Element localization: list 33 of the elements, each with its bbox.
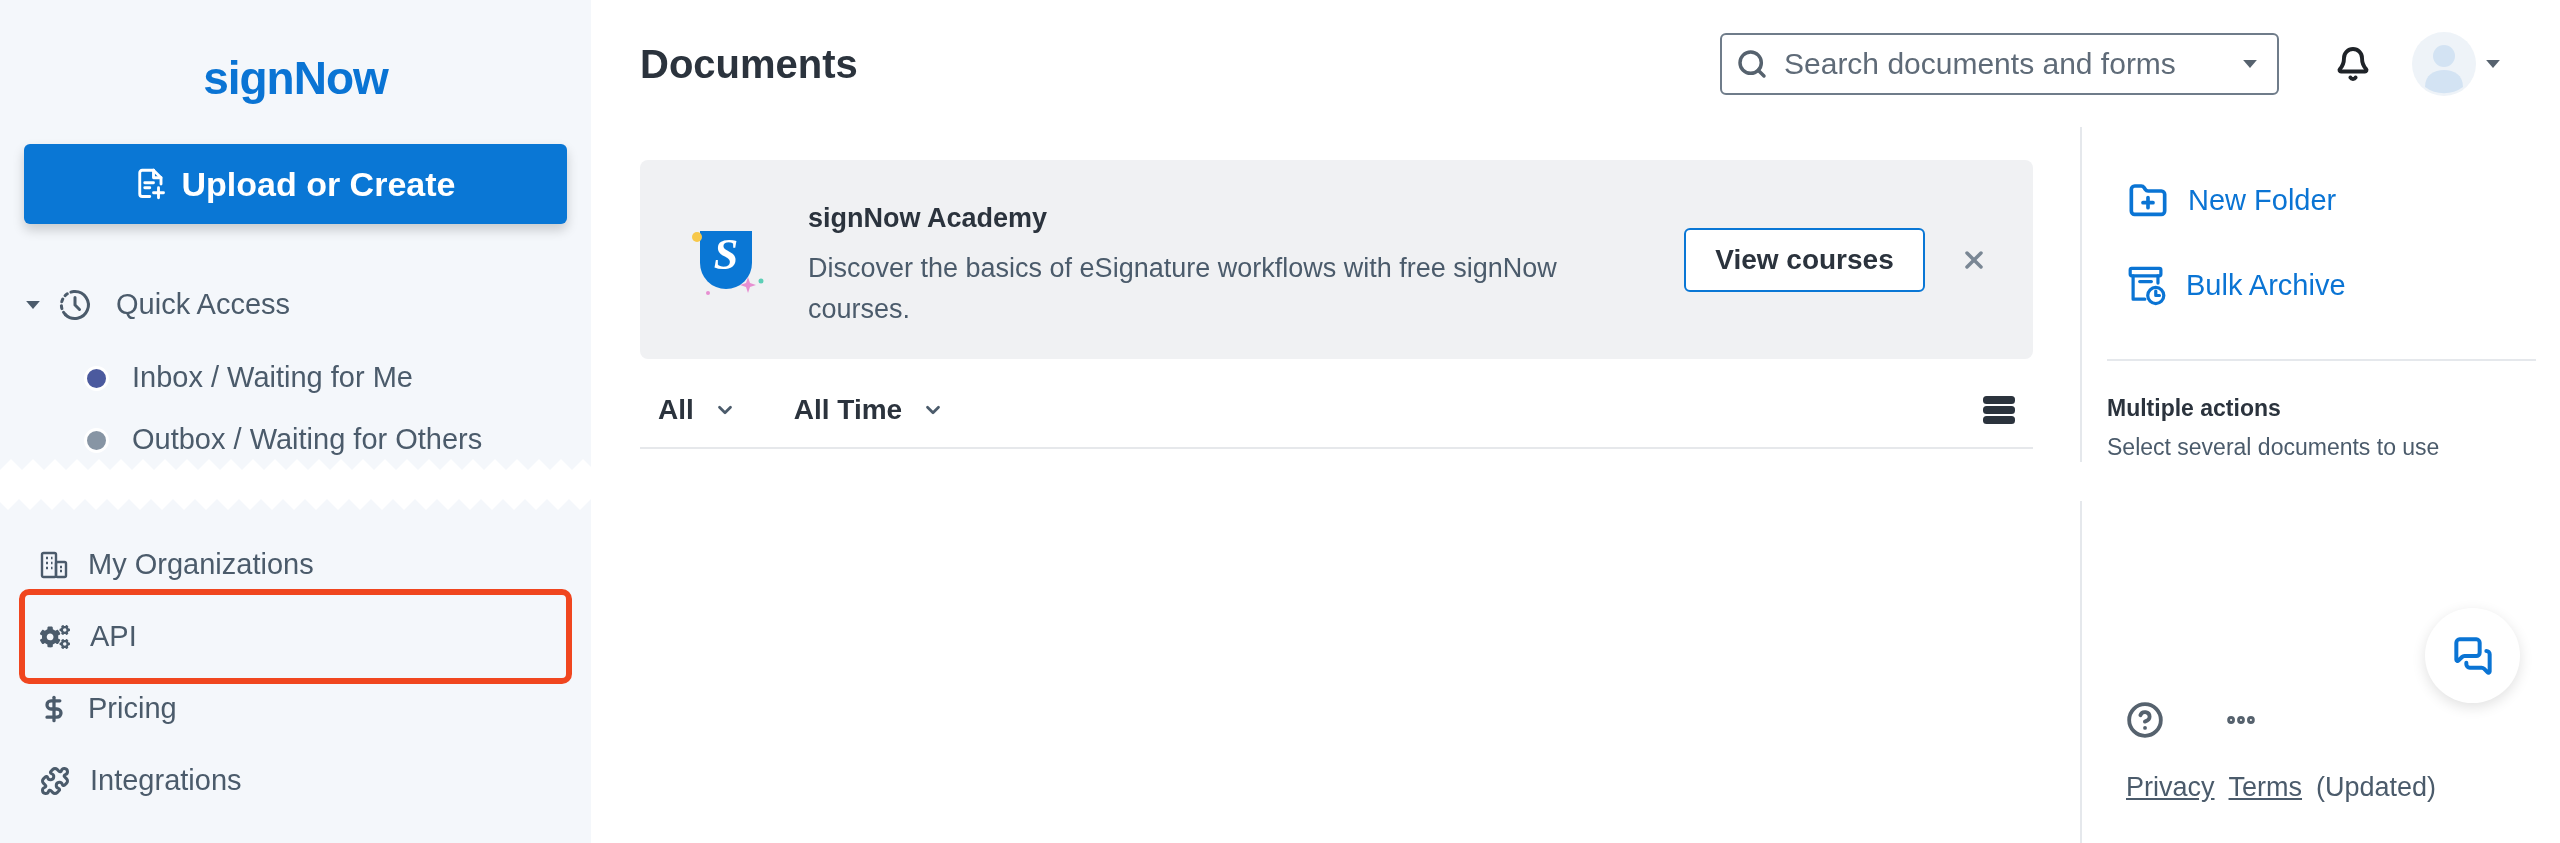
sidebar-item[interactable]: Outbox / Waiting for Others [0, 421, 493, 459]
caret-icon [2486, 59, 2500, 68]
search-field[interactable]: Search documents and forms [1720, 32, 2279, 95]
action-link[interactable]: New Folder [2107, 172, 2347, 230]
dropdown-caret-icon [2243, 59, 2257, 68]
clock-icon [57, 287, 93, 323]
list-view-icon[interactable] [1983, 396, 2015, 424]
help-icon[interactable] [2126, 701, 2164, 739]
multiple-actions-hint: Select several documents to use [2107, 433, 2441, 461]
upload-button[interactable]: Upload or Create [24, 144, 567, 224]
quick-access-toggle[interactable]: Quick Access [0, 275, 301, 335]
page-title: Documents [640, 40, 858, 88]
bell-icon[interactable] [2335, 45, 2371, 82]
file-plus-icon [135, 167, 166, 201]
action-link[interactable]: Bulk Archive [2107, 257, 2356, 315]
filter-dropdown[interactable]: All Time [793, 389, 945, 431]
sidebar-item[interactable]: Integrations [19, 745, 572, 817]
multiple-actions-title: Multiple actions [2107, 394, 2282, 422]
footer-note: (Updated) [2316, 773, 2437, 801]
building-icon [40, 550, 68, 580]
footer-link[interactable]: Privacy [2126, 773, 2215, 801]
logo: signNow [203, 51, 388, 106]
search-icon [1736, 47, 1768, 80]
archive-clock-icon [2128, 265, 2166, 307]
banner-title: signNow Academy [808, 201, 1049, 235]
view-courses-button[interactable]: View courses [1684, 227, 1925, 292]
filter-dropdown[interactable]: All [658, 389, 736, 431]
chat-icon [2452, 635, 2493, 676]
footer-link[interactable]: Terms [2228, 773, 2302, 801]
sidebar-item[interactable]: Inbox / Waiting for Me [0, 359, 423, 397]
banner-description: Discover the basics of eSignature workflows with free signNow courses. [808, 251, 1558, 326]
puzzle-icon [40, 766, 70, 796]
sidebar-item[interactable]: API [19, 589, 572, 684]
